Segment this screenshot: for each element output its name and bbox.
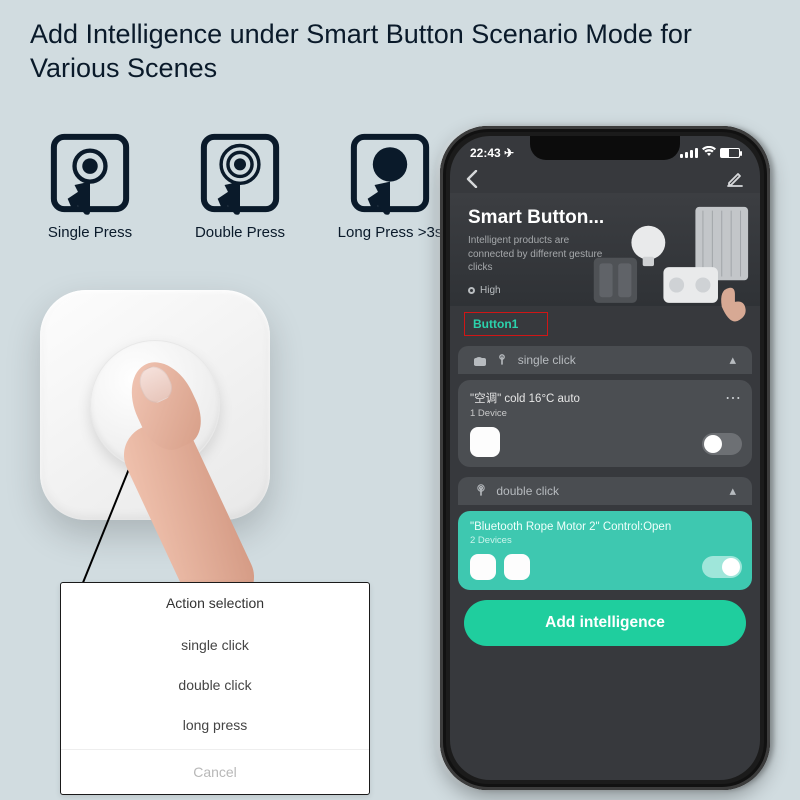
double-press-icon: [197, 130, 283, 216]
headline-text: Add Intelligence under Smart Button Scen…: [30, 18, 770, 86]
device-tile: [470, 427, 500, 457]
action-selection-popup: Action selection single click double cli…: [60, 582, 370, 795]
card-more-icon[interactable]: ⋯: [725, 388, 742, 408]
single-card-title: "空调" cold 16°C auto: [470, 390, 740, 406]
section-double-click[interactable]: double click ▴: [458, 477, 752, 505]
double-press-item: Double Press: [180, 130, 300, 241]
action-double-click[interactable]: double click: [61, 665, 369, 705]
status-indicators: [680, 146, 740, 160]
device-tile: [470, 554, 496, 580]
collapse-icon[interactable]: ▴: [729, 352, 736, 368]
double-card-title: "Bluetooth Rope Motor 2" Control:Open: [470, 521, 740, 533]
app-navbar: [450, 164, 760, 193]
tap-icon: [495, 352, 509, 366]
section-single-click[interactable]: single click ▴: [458, 346, 752, 374]
phone-notch: [530, 136, 680, 160]
long-press-label: Long Press >3s: [330, 224, 450, 241]
section-double-label: double click: [496, 484, 559, 498]
action-long-press[interactable]: long press: [61, 705, 369, 745]
press-type-row: Single Press Double Press Long Press >3s: [30, 130, 450, 241]
long-press-item: Long Press >3s: [330, 130, 450, 241]
hero-subtitle: Intelligent products are connected by di…: [468, 234, 608, 275]
wifi-icon: [702, 146, 716, 160]
double-card-sub: 2 Devices: [470, 535, 740, 546]
action-popup-title: Action selection: [61, 583, 369, 625]
single-card-toggle[interactable]: [702, 433, 742, 455]
double-tap-icon: [474, 483, 488, 497]
single-press-item: Single Press: [30, 130, 150, 241]
back-icon[interactable]: [466, 170, 478, 193]
edit-icon[interactable]: [726, 170, 744, 193]
double-card-toggle[interactable]: [702, 556, 742, 578]
phone-screen: 22:43 ✈ Smart Button... Intelligent prod…: [450, 136, 760, 780]
device-illustration: [40, 290, 290, 540]
hero-art: [590, 205, 750, 325]
single-press-icon: [47, 130, 133, 216]
section-single-label: single click: [518, 353, 576, 367]
lock-icon: [474, 352, 488, 366]
double-press-label: Double Press: [180, 224, 300, 241]
single-card-sub: 1 Device: [470, 408, 740, 419]
add-intelligence-button[interactable]: Add intelligence: [464, 600, 746, 646]
hero-section: Smart Button... Intelligent products are…: [450, 193, 760, 306]
collapse-icon[interactable]: ▴: [729, 483, 736, 499]
long-press-icon: [347, 130, 433, 216]
button1-tab[interactable]: Button1: [464, 312, 548, 336]
single-click-card[interactable]: ⋯ "空调" cold 16°C auto 1 Device: [458, 380, 752, 467]
status-time: 22:43 ✈: [470, 146, 514, 160]
phone-frame: 22:43 ✈ Smart Button... Intelligent prod…: [440, 126, 770, 790]
action-single-click[interactable]: single click: [61, 625, 369, 665]
double-click-card[interactable]: "Bluetooth Rope Motor 2" Control:Open 2 …: [458, 511, 752, 590]
device-tile: [504, 554, 530, 580]
battery-icon: [720, 148, 740, 158]
signal-icon: [680, 148, 698, 158]
single-press-label: Single Press: [30, 224, 150, 241]
action-cancel[interactable]: Cancel: [61, 749, 369, 794]
